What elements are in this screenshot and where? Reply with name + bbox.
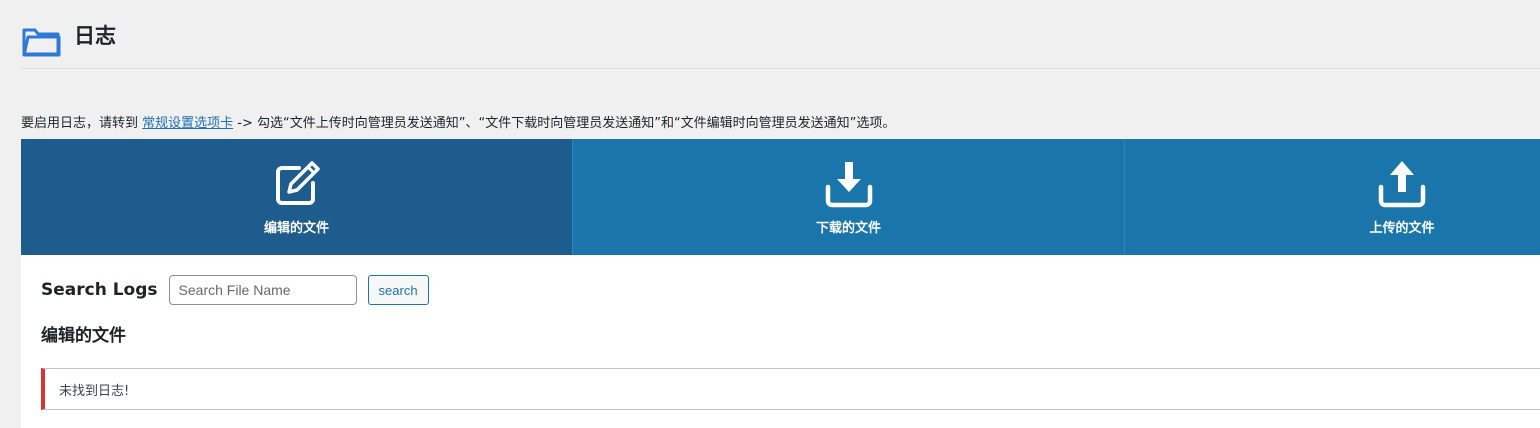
edit-icon xyxy=(275,161,320,205)
page-title: 日志 xyxy=(74,24,116,48)
section-title: 编辑的文件 xyxy=(41,326,126,346)
tab-downloaded-files[interactable]: 下载的文件 xyxy=(573,139,1125,255)
empty-log-notice: 未找到日志! xyxy=(41,368,1540,410)
empty-log-message: 未找到日志! xyxy=(59,384,130,399)
tab-label: 上传的文件 xyxy=(1369,221,1435,236)
search-form: Search Logs search xyxy=(41,275,429,305)
notice-suffix: -> 勾选“文件上传时向管理员发送通知”、“文件下载时向管理员发送通知”和“文件… xyxy=(233,116,896,131)
download-icon xyxy=(825,162,872,208)
settings-notice: 要启用日志，请转到 常规设置选项卡 -> 勾选“文件上传时向管理员发送通知”、“… xyxy=(21,115,895,133)
search-input[interactable] xyxy=(168,275,357,305)
tab-uploaded-files[interactable]: 上传的文件 xyxy=(1125,139,1540,255)
tab-label: 编辑的文件 xyxy=(263,221,330,236)
search-title: Search Logs xyxy=(41,280,158,300)
folder-icon xyxy=(22,28,61,57)
tab-label: 下载的文件 xyxy=(815,221,882,236)
search-button[interactable]: search xyxy=(367,275,429,305)
tab-edited-files[interactable]: 编辑的文件 xyxy=(21,139,573,255)
log-tabs: 编辑的文件 下载的文件 上传的文件 xyxy=(21,139,1540,255)
notice-prefix: 要启用日志，请转到 xyxy=(21,116,143,131)
upload-icon xyxy=(1378,161,1426,208)
page-header: 日志 xyxy=(21,0,1540,69)
log-content: Search Logs search 编辑的文件 未找到日志! xyxy=(21,255,1540,428)
general-settings-link[interactable]: 常规设置选项卡 xyxy=(142,116,233,131)
